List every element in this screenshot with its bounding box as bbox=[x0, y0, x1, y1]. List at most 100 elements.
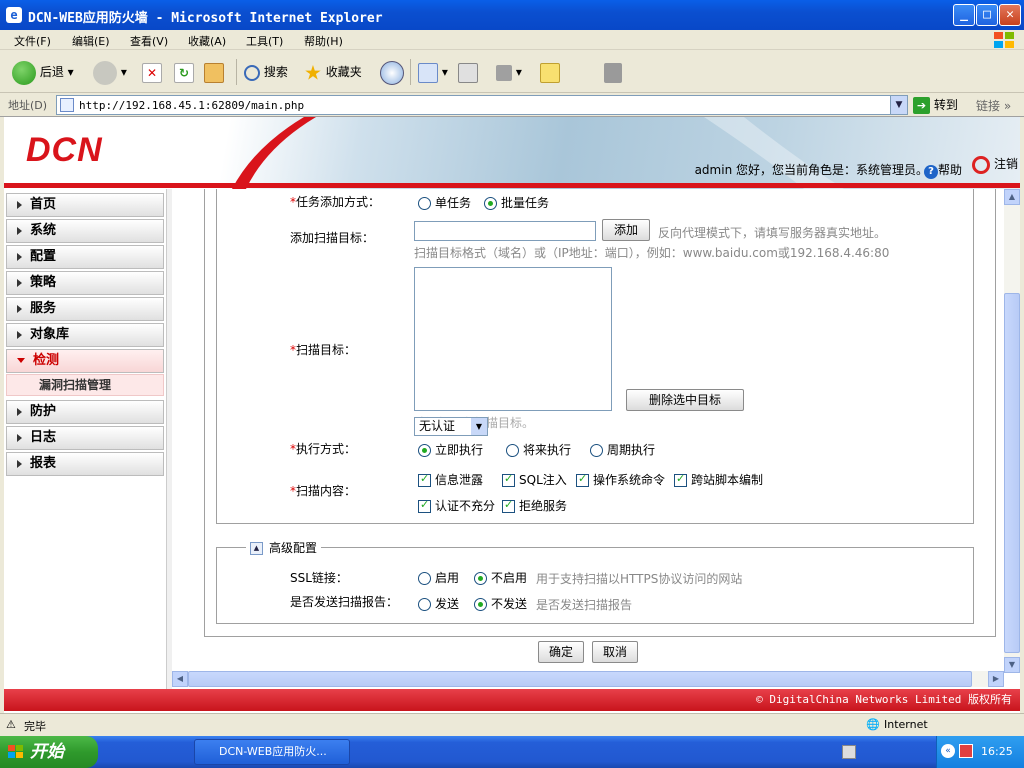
exec-later-label: 将来执行 bbox=[523, 443, 572, 457]
vertical-scrollbar[interactable]: ▲ ▼ bbox=[1004, 189, 1020, 673]
sidebar-item-label: 报表 bbox=[30, 456, 57, 471]
scan-target-label: *扫描目标： bbox=[290, 341, 356, 358]
exec-now-radio[interactable]: 立即执行 bbox=[418, 441, 483, 458]
dcn-logo: DCN bbox=[26, 131, 103, 169]
title-bar[interactable]: e DCN-WEB应用防火墙 - Microsoft Internet Expl… bbox=[0, 0, 1024, 30]
zone-text: Internet bbox=[884, 718, 928, 731]
maximize-button[interactable]: □ bbox=[976, 4, 998, 26]
sidebar-item-log[interactable]: 日志 bbox=[6, 426, 164, 450]
address-url: http://192.168.45.1:62809/main.php bbox=[79, 99, 305, 112]
sidebar-item-home[interactable]: 首页 bbox=[6, 193, 164, 217]
edit-icon bbox=[496, 64, 512, 81]
links-button[interactable]: 链接 » bbox=[976, 97, 1011, 114]
close-button[interactable]: ✕ bbox=[999, 4, 1021, 26]
refresh-button[interactable]: ↻ bbox=[174, 59, 194, 85]
format-hint: 扫描目标格式（域名）或（IP地址：端口），例如：www.baidu.com或19… bbox=[414, 246, 890, 260]
report-send-radio[interactable]: 发送 bbox=[418, 595, 459, 612]
scroll-up-icon[interactable]: ▲ bbox=[1004, 189, 1020, 205]
checkbox-icon bbox=[576, 472, 589, 487]
messenger-button[interactable] bbox=[604, 59, 622, 85]
sidebar-item-config[interactable]: 配置 bbox=[6, 245, 164, 269]
menu-favorites[interactable]: 收藏(A) bbox=[188, 33, 226, 49]
check-label: 操作系统命令 bbox=[593, 473, 666, 487]
forward-button[interactable]: ▾ bbox=[93, 59, 127, 85]
status-text: 完毕 bbox=[24, 720, 46, 733]
advanced-config-legend[interactable]: ▲ 高级配置 bbox=[246, 539, 322, 556]
auth-select[interactable]: 无认证 ▼ bbox=[414, 417, 488, 436]
start-button[interactable]: 开始 bbox=[0, 736, 98, 768]
exec-later-radio[interactable]: 将来执行 bbox=[506, 441, 571, 458]
mail-button[interactable]: ▾ bbox=[418, 59, 448, 85]
scroll-left-icon[interactable]: ◀ bbox=[172, 671, 188, 687]
sidebar-item-label: 服务 bbox=[30, 301, 57, 316]
sidebar-item-policy[interactable]: 策略 bbox=[6, 271, 164, 295]
sidebar-subitem-vuln-scan[interactable]: 漏洞扫描管理 bbox=[6, 374, 164, 396]
check-info-leak[interactable]: 信息泄露 bbox=[418, 471, 483, 488]
address-input[interactable]: http://192.168.45.1:62809/main.php ▼ bbox=[56, 95, 908, 115]
print-button[interactable] bbox=[458, 59, 478, 85]
sidebar-item-objects[interactable]: 对象库 bbox=[6, 323, 164, 347]
check-dos[interactable]: 拒绝服务 bbox=[502, 497, 567, 514]
ok-button[interactable]: 确定 bbox=[538, 641, 584, 663]
add-button[interactable]: 添加 bbox=[602, 219, 650, 241]
keyboard-icon[interactable] bbox=[842, 745, 856, 759]
favorites-button[interactable]: ★ 收藏夹 bbox=[304, 59, 362, 85]
radio-icon bbox=[418, 197, 431, 210]
scan-target-list[interactable] bbox=[414, 267, 612, 411]
home-button[interactable] bbox=[204, 59, 224, 85]
exec-periodic-radio[interactable]: 周期执行 bbox=[590, 441, 655, 458]
scroll-thumb[interactable] bbox=[188, 671, 972, 687]
sidebar-item-service[interactable]: 服务 bbox=[6, 297, 164, 321]
menu-file[interactable]: 文件(F) bbox=[14, 33, 51, 49]
address-dropdown-icon[interactable]: ▼ bbox=[890, 96, 907, 114]
scroll-right-icon[interactable]: ▶ bbox=[988, 671, 1004, 687]
network-icon[interactable] bbox=[959, 744, 973, 758]
sidebar-item-system[interactable]: 系统 bbox=[6, 219, 164, 243]
task-single-radio[interactable]: 单任务 bbox=[418, 194, 471, 211]
header-red-bar bbox=[4, 183, 1020, 188]
edit-button[interactable]: ▾ bbox=[496, 59, 522, 85]
back-button[interactable]: 后退 ▾ bbox=[12, 59, 74, 85]
sidebar-item-detect[interactable]: 检测 bbox=[6, 349, 164, 373]
horizontal-scrollbar[interactable]: ◀ ▶ bbox=[172, 671, 1004, 687]
report-nosend-radio[interactable]: 不发送 bbox=[474, 595, 527, 612]
sidebar-item-report[interactable]: 报表 bbox=[6, 452, 164, 476]
taskbar-item-ie[interactable]: DCN-WEB应用防火... bbox=[194, 739, 350, 765]
go-button[interactable]: ➔ 转到 bbox=[913, 95, 958, 115]
advanced-legend-label: 高级配置 bbox=[269, 541, 318, 555]
check-weak-auth[interactable]: 认证不充分 bbox=[418, 497, 495, 514]
sidebar-item-protect[interactable]: 防护 bbox=[6, 400, 164, 424]
search-icon bbox=[244, 64, 260, 81]
show-hidden-icon[interactable]: « bbox=[941, 744, 955, 758]
help-link[interactable]: ? 帮助 bbox=[923, 161, 962, 179]
help-label: 帮助 bbox=[937, 163, 962, 177]
history-button[interactable] bbox=[380, 59, 404, 85]
minimize-button[interactable]: _ bbox=[953, 4, 975, 26]
menu-edit[interactable]: 编辑(E) bbox=[72, 33, 110, 49]
add-target-input[interactable] bbox=[414, 221, 596, 241]
check-os-command[interactable]: 操作系统命令 bbox=[576, 471, 665, 488]
address-bar: 地址(D) http://192.168.45.1:62809/main.php… bbox=[0, 93, 1024, 117]
search-button[interactable]: 搜索 bbox=[244, 59, 288, 85]
note-icon bbox=[540, 62, 560, 83]
menu-view[interactable]: 查看(V) bbox=[130, 33, 168, 49]
collapse-icon[interactable]: ▲ bbox=[250, 542, 263, 555]
ssl-off-radio[interactable]: 不启用 bbox=[474, 569, 527, 586]
logout-link[interactable]: 注销 bbox=[972, 155, 1018, 174]
check-xss[interactable]: 跨站脚本编制 bbox=[674, 471, 763, 488]
scroll-thumb[interactable] bbox=[1004, 293, 1020, 653]
frame-splitter[interactable] bbox=[166, 189, 172, 689]
scroll-down-icon[interactable]: ▼ bbox=[1004, 657, 1020, 673]
checkbox-icon bbox=[418, 498, 431, 513]
toolbar-separator bbox=[236, 59, 237, 85]
delete-selected-button[interactable]: 删除选中目标 bbox=[626, 389, 744, 411]
cancel-button[interactable]: 取消 bbox=[592, 641, 638, 663]
ssl-on-radio[interactable]: 启用 bbox=[418, 569, 459, 586]
discuss-button[interactable] bbox=[540, 59, 560, 85]
menu-help[interactable]: 帮助(H) bbox=[304, 33, 343, 49]
check-sql-injection[interactable]: SQL注入 bbox=[502, 471, 567, 488]
menu-tools[interactable]: 工具(T) bbox=[246, 33, 283, 49]
stop-button[interactable]: ✕ bbox=[142, 59, 162, 85]
task-batch-radio[interactable]: 批量任务 bbox=[484, 194, 549, 211]
add-target-label: 添加扫描目标： bbox=[290, 231, 375, 245]
